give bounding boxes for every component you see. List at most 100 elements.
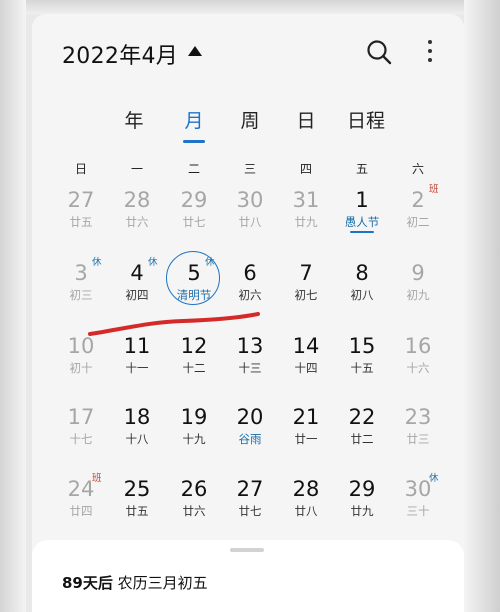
day-cell[interactable]: 23 廿三 (391, 405, 445, 461)
day-cell[interactable]: 31 廿九 (279, 188, 333, 244)
day-cell[interactable]: 13 十三 (223, 334, 277, 390)
day-cell[interactable]: 18 十八 (110, 405, 164, 461)
festival-label: 愚人节 (344, 215, 380, 229)
lunar-date-label: 廿九 (294, 215, 318, 229)
day-cell[interactable]: 9 初九 (391, 261, 445, 317)
holiday-badge: 休 (148, 257, 158, 268)
view-tab-0[interactable]: 年 (114, 106, 154, 133)
day-cell[interactable]: 19 十九 (167, 405, 221, 461)
day-number: 27 (67, 188, 95, 212)
lunar-date-label: 初九 (406, 288, 430, 302)
day-cell[interactable]: 11 十一 (110, 334, 164, 390)
lunar-date-label: 十七 (69, 432, 93, 446)
bottom-sheet[interactable]: 89天后 农历三月初五 (32, 540, 464, 612)
lunar-date-label: 十一 (125, 361, 149, 375)
weekday-label: 三 (243, 162, 256, 176)
day-cell-selected[interactable]: 5 清明节休 (166, 251, 221, 317)
day-cell[interactable]: 16 十六 (391, 334, 445, 390)
day-number: 22 (348, 405, 376, 429)
lunar-date-label: 十九 (182, 432, 206, 446)
day-number: 25 (123, 477, 151, 501)
day-cell[interactable]: 17 十七 (54, 405, 108, 461)
search-icon[interactable] (365, 38, 393, 66)
lunar-date-label: 初三 (69, 288, 93, 302)
day-number: 21 (292, 405, 320, 429)
weekday-label: 四 (299, 162, 312, 176)
festival-underline (350, 231, 374, 233)
lunar-date-label: 初七 (294, 288, 318, 302)
lunar-date-label: 十六 (406, 361, 430, 375)
day-cell[interactable]: 12 十二 (167, 334, 221, 390)
view-tab-1[interactable]: 月 (174, 106, 214, 133)
date-info: 89天后 农历三月初五 (62, 572, 208, 593)
day-cell[interactable]: 15 十五 (335, 334, 389, 390)
sheet-drag-handle[interactable] (230, 548, 264, 552)
holiday-badge: 休 (429, 473, 439, 484)
day-cell[interactable]: 3 初三休 (54, 257, 108, 317)
day-cell[interactable]: 25 廿五 (110, 477, 164, 533)
day-cell[interactable]: 20 谷雨 (223, 405, 277, 461)
lunar-date-label: 廿二 (350, 432, 374, 446)
lunar-date-label: 廿八 (238, 215, 262, 229)
caret-up-icon[interactable] (188, 46, 202, 56)
day-cell[interactable]: 8 初八 (335, 261, 389, 317)
day-number: 1 (355, 188, 369, 212)
device-frame-left (0, 0, 26, 612)
day-cell[interactable]: 27 廿七 (223, 477, 277, 533)
lunar-date-label: 廿一 (294, 432, 318, 446)
day-cell[interactable]: 24 廿四班 (54, 473, 108, 533)
day-number: 31 (292, 188, 320, 212)
day-cell[interactable]: 22 廿二 (335, 405, 389, 461)
day-cell[interactable]: 7 初七 (279, 261, 333, 317)
day-cell[interactable]: 1 愚人节 (335, 188, 389, 244)
day-cell[interactable]: 28 廿六 (110, 188, 164, 244)
view-tab-3[interactable]: 日 (286, 106, 326, 133)
day-number: 17 (67, 405, 95, 429)
day-cell[interactable]: 21 廿一 (279, 405, 333, 461)
day-cell[interactable]: 4 初四休 (110, 257, 164, 317)
day-cell[interactable]: 6 初六 (223, 261, 277, 317)
workday-badge: 班 (92, 473, 102, 484)
device-frame-top (0, 0, 500, 14)
day-cell[interactable]: 28 廿八 (279, 477, 333, 533)
view-tab-2[interactable]: 周 (230, 106, 270, 133)
lunar-date-label: 廿七 (238, 504, 262, 518)
weekday-header: 日一二三四五六 (32, 160, 464, 180)
lunar-date-label: 三十 (406, 504, 430, 518)
day-cell[interactable]: 27 廿五 (54, 188, 108, 244)
month-title[interactable]: 2022年4月 (62, 38, 178, 70)
day-cell[interactable]: 29 廿七 (167, 188, 221, 244)
lunar-date-label: 廿六 (125, 215, 149, 229)
day-number: 29 (180, 188, 208, 212)
view-switcher: 年月周日日程 (32, 106, 464, 150)
day-cell[interactable]: 10 初十 (54, 334, 108, 390)
day-number: 19 (180, 405, 208, 429)
day-number: 26 (180, 477, 208, 501)
day-number: 9 (411, 261, 425, 285)
day-number: 28 (292, 477, 320, 501)
lunar-date-label: 十二 (182, 361, 206, 375)
lunar-date-label: 十八 (125, 432, 149, 446)
red-annotation-stroke (88, 312, 260, 336)
lunar-date-label: 廿三 (406, 432, 430, 446)
day-cell[interactable]: 30 廿八 (223, 188, 277, 244)
day-cell[interactable]: 26 廿六 (167, 477, 221, 533)
holiday-badge: 休 (92, 257, 102, 268)
day-cell[interactable]: 14 十四 (279, 334, 333, 390)
weekday-label: 六 (411, 162, 424, 176)
lunar-date-label: 初十 (69, 361, 93, 375)
day-number: 8 (355, 261, 369, 285)
view-tab-4[interactable]: 日程 (346, 106, 386, 133)
day-cell[interactable]: 30 三十休 (391, 473, 445, 533)
day-cell[interactable]: 29 廿九 (335, 477, 389, 533)
lunar-date-label: 廿五 (69, 215, 93, 229)
lunar-date-label: 初四 (125, 288, 149, 302)
day-cell[interactable]: 2 初二班 (391, 185, 445, 244)
lunar-date-label: 廿七 (182, 215, 206, 229)
lunar-date-label: 初六 (238, 288, 262, 302)
day-number: 16 (404, 334, 432, 358)
day-number: 23 (404, 405, 432, 429)
more-vertical-icon[interactable] (424, 40, 436, 68)
holiday-badge: 休 (205, 257, 215, 268)
day-number: 30 (236, 188, 264, 212)
